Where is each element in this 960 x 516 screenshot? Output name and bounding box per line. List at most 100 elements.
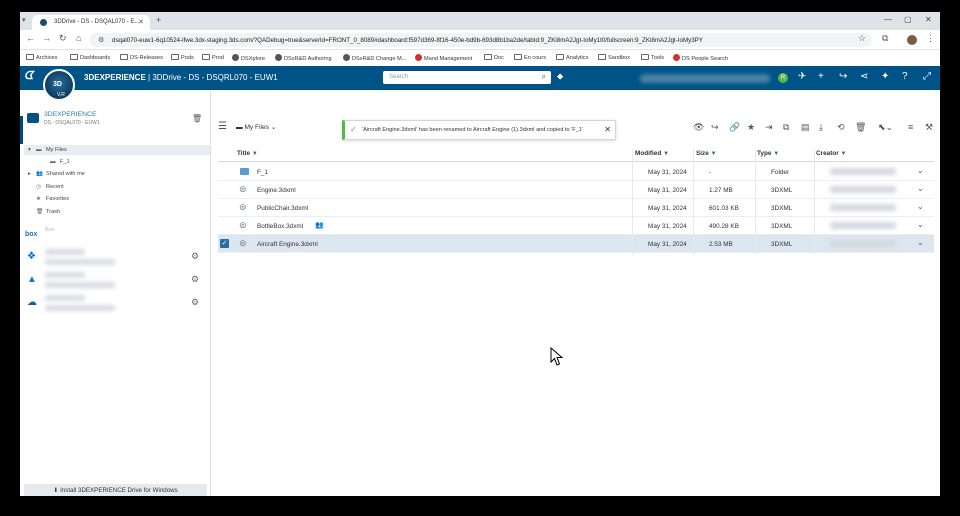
connector-onedrive[interactable]: ☁ ⚙ <box>25 295 210 319</box>
table-row[interactable]: ✓ ⊜ Aircraft Engine.3dxml May 31, 2024 2… <box>218 235 934 253</box>
sidebar-item-recent[interactable]: ◷ Recent <box>36 184 64 190</box>
gear-icon[interactable]: ⚙ <box>191 251 199 262</box>
sidebar-item-favorites[interactable]: ★ Favorites <box>36 196 69 202</box>
sort-icon: ▼ <box>773 151 780 157</box>
table-row[interactable]: ⊜ BottleBox.3dxml 👥 May 31, 2024 490.28 … <box>218 217 934 235</box>
gear-icon[interactable]: ⚙ <box>191 297 199 308</box>
column-header-creator[interactable]: Creator ▼ <box>816 150 846 157</box>
select-mode-icon[interactable]: ⬉⌄ <box>878 122 893 133</box>
row-checkbox[interactable]: ✓ <box>220 239 229 248</box>
sidebar-item-trash[interactable]: 🗑 Trash <box>36 209 60 215</box>
chevron-down-icon[interactable]: ⌄ <box>917 220 924 229</box>
browser-menu-icon[interactable]: ⋮ <box>926 33 935 44</box>
sidebar-item-f1[interactable]: ▬ F_1 <box>50 159 70 165</box>
copy-icon[interactable]: ⧉ <box>783 122 789 133</box>
notifications-icon[interactable]: ✈ <box>798 71 806 82</box>
column-divider <box>755 149 756 255</box>
download-icon[interactable]: ⤓ <box>819 122 823 133</box>
column-header-type[interactable]: Type ▼ <box>757 150 779 157</box>
extensions-icon[interactable]: ⧉ <box>882 33 888 44</box>
profile-avatar[interactable] <box>907 35 917 45</box>
chevron-down-icon[interactable]: ⌄ <box>917 202 924 211</box>
home-icon[interactable]: ⌂ <box>76 33 81 43</box>
tools-icon[interactable]: ⚒ <box>925 122 933 133</box>
connector-google-drive[interactable]: ▲ ⚙ <box>25 272 210 296</box>
column-header-size[interactable]: Size ▼ <box>696 150 717 157</box>
sidebar-item-my-files[interactable]: ▾ ▬ My Files <box>24 145 210 155</box>
url-field[interactable]: ⚙ dsqal070-euw1-6q10524-ifwe.3dx-staging… <box>90 33 872 47</box>
toast-message: 'Aircraft Engine.3dxml' has been renamed… <box>362 127 583 133</box>
bookmark-item[interactable]: Archives <box>26 54 57 61</box>
forward-icon[interactable]: → <box>42 33 51 43</box>
search-icon[interactable]: ⌕ <box>542 72 546 82</box>
site-info-icon[interactable]: ⚙ <box>98 36 104 44</box>
preview-icon[interactable]: 👁 <box>693 122 704 133</box>
bookmark-item[interactable]: DS People Search <box>673 54 728 62</box>
properties-icon[interactable]: ▤ <box>801 122 810 133</box>
versions-icon[interactable]: ⟲ <box>837 122 845 133</box>
bookmark-item[interactable]: DSxR&D Change M... <box>343 54 406 62</box>
minimize-icon[interactable]: — <box>884 15 892 24</box>
location-dropdown[interactable]: ▬ My Files ⌄ <box>236 123 276 131</box>
bookmark-item[interactable]: Dashboards <box>70 54 110 61</box>
delete-icon[interactable]: 🗑 <box>855 122 866 133</box>
bookmark-item[interactable]: Analytics <box>556 54 588 61</box>
close-window-icon[interactable]: ✕ <box>925 15 932 24</box>
new-tab-icon[interactable]: + <box>156 15 161 25</box>
move-icon[interactable]: ⇥ <box>765 122 773 133</box>
install-drive-button[interactable]: ⬇ Install 3DEXPERIENCE Drive for Windows <box>24 484 207 496</box>
column-header-modified[interactable]: Modified ▼ <box>635 150 669 157</box>
list-view-icon[interactable]: ≡ <box>908 122 913 132</box>
favorite-icon[interactable]: ★ <box>747 122 755 133</box>
bookmark-item[interactable]: Sandbox <box>598 54 630 61</box>
add-icon[interactable]: + <box>818 71 824 82</box>
user-avatar[interactable]: R <box>778 73 788 83</box>
gear-icon[interactable]: ⚙ <box>191 274 199 285</box>
link-icon[interactable]: 🔗 <box>729 122 740 133</box>
reload-icon[interactable]: ↻ <box>59 33 67 44</box>
mouse-cursor-icon <box>550 347 564 366</box>
help-icon[interactable]: ? <box>902 71 908 82</box>
column-divider <box>632 149 633 255</box>
share-icon[interactable]: ↪ <box>711 122 719 133</box>
delete-icon[interactable]: 🗑 <box>192 114 202 123</box>
search-input[interactable]: Search ⌕ <box>383 71 551 84</box>
bookmark-item[interactable]: Pods <box>171 54 194 61</box>
table-row[interactable]: ⊜ PublicChair.3dxml May 31, 2024 601.03 … <box>218 199 934 217</box>
sidebar-item-shared[interactable]: ▸ 👥 Shared with me <box>28 171 85 177</box>
bookmark-item[interactable]: Doc <box>484 54 504 61</box>
bookmark-item[interactable]: Mand Management <box>415 54 472 62</box>
close-icon[interactable]: ✕ <box>604 125 611 134</box>
chevron-down-icon[interactable]: ⌄ <box>917 166 924 175</box>
bookmark-item[interactable]: DSXplore <box>232 54 265 62</box>
share-icon[interactable]: ↪ <box>839 71 847 82</box>
back-icon[interactable]: ← <box>26 33 35 43</box>
folder-icon <box>556 54 564 60</box>
column-header-title[interactable]: Title ▼ <box>237 150 258 157</box>
expand-icon[interactable]: ▸ <box>28 171 36 177</box>
tag-icon[interactable]: ⬥ <box>557 71 563 82</box>
maximize-icon[interactable]: ▢ <box>904 15 912 24</box>
address-bar-row: ← → ↻ ⌂ ⚙ dsqal070-euw1-6q10524-ifwe.3dx… <box>20 30 940 50</box>
collapse-icon[interactable]: ▾ <box>28 147 36 153</box>
connector-dropbox[interactable]: ❖ ⚙ <box>25 249 210 273</box>
apps-icon[interactable]: ✦ <box>881 71 889 82</box>
compass-icon[interactable]: 3D V,R <box>43 69 75 101</box>
fullscreen-icon[interactable]: ⤢ <box>923 71 931 82</box>
browser-tab[interactable]: 3DDrive - DS - DSQAL070 - E... ✕ <box>32 15 150 30</box>
bookmark-star-icon[interactable]: ☆ <box>858 33 866 44</box>
chevron-down-icon[interactable]: ⌄ <box>917 184 924 193</box>
tab-search-icon[interactable]: ▾ <box>22 16 26 24</box>
menu-icon[interactable]: ☰ <box>218 121 227 132</box>
table-row[interactable]: F_1 May 31, 2024 - Folder ⌄ <box>218 163 934 181</box>
bookmark-item[interactable]: DSxR&D Authoring <box>275 54 332 62</box>
table-row[interactable]: ⊜ Engine.3dxml May 31, 2024 1.27 MB 3DXM… <box>218 181 934 199</box>
chevron-down-icon[interactable]: ⌄ <box>917 238 924 247</box>
bookmark-item[interactable]: Tools <box>641 54 664 61</box>
bookmark-item[interactable]: Prod <box>202 54 224 61</box>
community-icon[interactable]: ⋖ <box>860 71 868 82</box>
ds-logo-icon: ᗧ <box>24 70 34 82</box>
bookmark-item[interactable]: DS-Releases <box>120 54 163 61</box>
tab-close-icon[interactable]: ✕ <box>138 18 144 26</box>
bookmark-item[interactable]: En cours <box>514 54 546 61</box>
